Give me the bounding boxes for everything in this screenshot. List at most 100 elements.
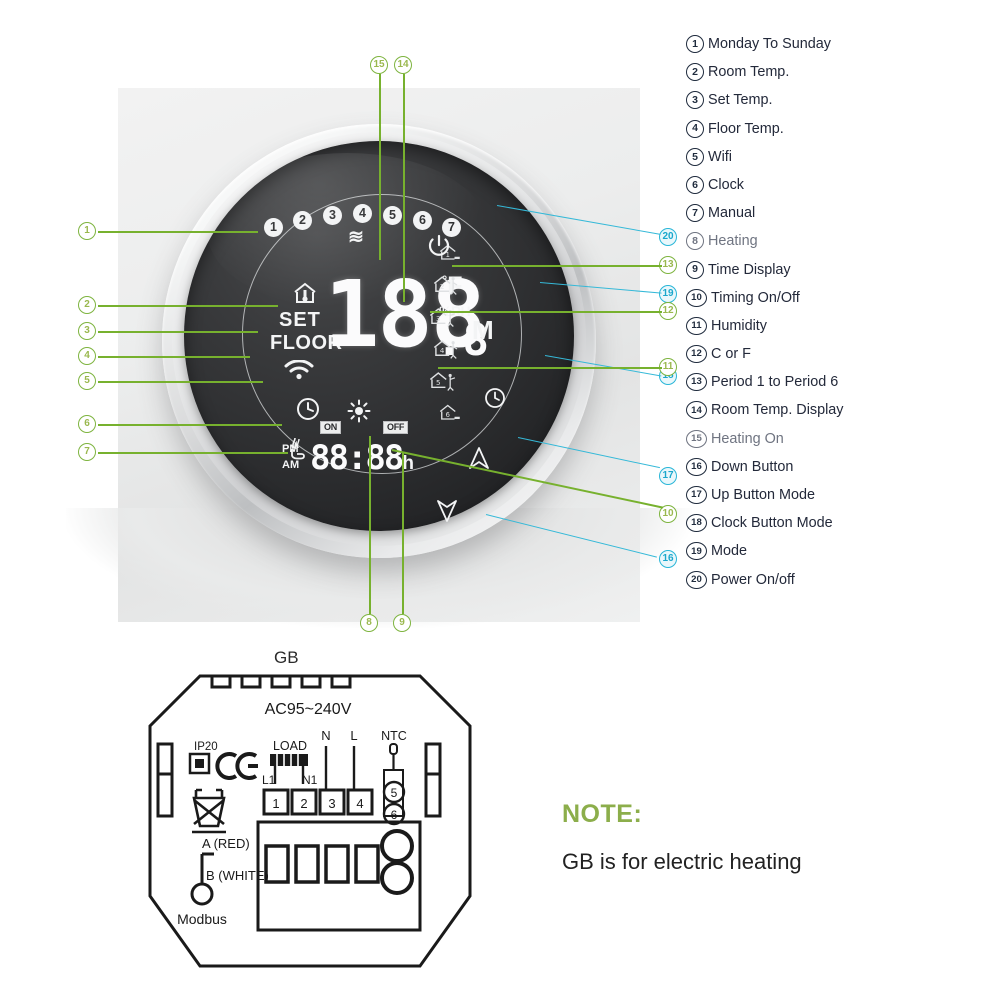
callout-6: 6	[78, 415, 96, 433]
legend-number: 20	[686, 570, 707, 589]
legend-item-15: 15 Heating On	[686, 429, 996, 449]
legend-item-10: 10 Timing On/Off	[686, 288, 996, 308]
legend-number: 16	[686, 457, 707, 476]
callout-14: 14	[394, 56, 412, 74]
legend-number: 14	[686, 401, 707, 420]
callout-lead-1	[98, 231, 258, 233]
day-indicator-1: 1	[264, 218, 283, 237]
sun-icon	[347, 399, 371, 428]
mode-button[interactable]: M	[472, 317, 494, 343]
callout-3: 3	[78, 322, 96, 340]
clock-button[interactable]	[484, 387, 506, 414]
callout-lead-15	[379, 74, 381, 260]
legend-number: 8	[686, 232, 704, 251]
legend-label: Clock	[708, 176, 744, 193]
legend-item-12: 12 C or F	[686, 344, 996, 364]
legend-item-8: 8 Heating	[686, 231, 996, 251]
am-indicator: AM	[282, 459, 300, 471]
wiring-title: GB	[274, 648, 299, 667]
legend-item-4: 4 Floor Temp.	[686, 119, 996, 139]
day-indicator-3: 3	[323, 206, 342, 225]
callout-lead-6	[98, 424, 282, 426]
legend-label: Set Temp.	[708, 92, 773, 109]
legend-number: 15	[686, 429, 707, 448]
legend-item-20: 20 Power On/off	[686, 570, 996, 590]
day-indicator-6: 6	[413, 211, 432, 230]
callout-lead-8	[369, 436, 371, 614]
callout-7: 7	[78, 443, 96, 461]
wiring-diagram: GB AC95~240V IP20 LOAD L1 N1 N L 1 2 3 4…	[140, 648, 480, 978]
legend-item-6: 6 Clock	[686, 175, 996, 195]
callout-15: 15	[370, 56, 388, 74]
time-display-row: PM AM ON OFF 88:88h	[282, 421, 414, 475]
callout-lead-5	[98, 381, 263, 383]
callout-lead-4	[98, 356, 250, 358]
legend-number: 10	[686, 288, 707, 307]
callout-lead-11	[438, 367, 662, 369]
period-icon-5: 5	[428, 369, 488, 395]
power-button[interactable]	[426, 233, 452, 264]
legend-number: 19	[686, 542, 707, 561]
svg-text:2: 2	[300, 796, 307, 811]
callout-16: 16	[659, 550, 677, 568]
legend-number: 2	[686, 63, 704, 82]
legend-list: 1 Monday To Sunday 2 Room Temp. 3 Set Te…	[686, 34, 996, 598]
legend-label: Room Temp. Display	[711, 402, 844, 419]
heating-wave-icon: ≋	[348, 227, 364, 248]
legend-item-5: 5 Wifi	[686, 147, 996, 167]
wifi-icon	[284, 359, 314, 385]
down-button[interactable]	[436, 499, 458, 528]
legend-label: Time Display	[708, 261, 791, 278]
page-root: 1 2 3 4 5 6 7 ≋ SET FLOOR 188 °F %RH .8 …	[0, 0, 1000, 1000]
legend-item-9: 9 Time Display	[686, 260, 996, 280]
svg-text:2: 2	[440, 282, 444, 291]
legend-item-3: 3 Set Temp.	[686, 90, 996, 110]
period-icon-2: 2	[432, 273, 492, 299]
legend-number: 18	[686, 514, 707, 533]
legend-number: 9	[686, 260, 704, 279]
svg-text:NTC: NTC	[381, 729, 407, 743]
callout-5: 5	[78, 372, 96, 390]
callout-lead-3	[98, 331, 258, 333]
svg-text:LOAD: LOAD	[273, 739, 307, 753]
svg-text:4: 4	[356, 796, 363, 811]
svg-text:3: 3	[328, 796, 335, 811]
legend-label: C or F	[711, 346, 751, 363]
legend-label: Heating	[708, 233, 758, 250]
legend-label: Room Temp.	[708, 64, 790, 81]
callout-lead-7	[98, 452, 288, 454]
set-temp-label: SET	[279, 309, 321, 331]
svg-text:A (RED): A (RED)	[202, 836, 250, 851]
legend-item-17: 17 Up Button Mode	[686, 485, 996, 505]
svg-text:3: 3	[436, 314, 441, 323]
svg-text:IP20: IP20	[194, 741, 218, 753]
day-indicator-5: 5	[383, 206, 402, 225]
legend-label: Period 1 to Period 6	[711, 374, 839, 391]
legend-item-16: 16 Down Button	[686, 457, 996, 477]
legend-label: Humidity	[711, 317, 767, 334]
legend-label: Up Button Mode	[711, 487, 815, 503]
timing-off-badge: OFF	[383, 421, 409, 434]
legend-label: Monday To Sunday	[708, 36, 831, 52]
legend-item-11: 11 Humidity	[686, 316, 996, 336]
note-block: NOTE: GB is for electric heating	[562, 800, 802, 875]
day-indicator-2: 2	[293, 211, 312, 230]
legend-label: Down Button	[711, 458, 794, 475]
legend-number: 11	[686, 316, 707, 335]
legend-label: Clock Button Mode	[711, 515, 833, 532]
callout-9: 9	[393, 614, 411, 632]
timing-on-badge: ON	[320, 421, 341, 434]
legend-label: Power On/off	[711, 571, 795, 588]
day-of-week-row: 1 2 3 4 5 6 7 ≋	[264, 203, 500, 248]
legend-number: 13	[686, 373, 707, 392]
legend-label: Heating On	[711, 430, 784, 447]
svg-text:6: 6	[446, 411, 450, 419]
legend-label: Manual	[708, 205, 756, 222]
legend-item-7: 7 Manual	[686, 203, 996, 223]
svg-text:L: L	[350, 728, 357, 743]
legend-item-14: 14 Room Temp. Display	[686, 400, 996, 420]
legend-label: Mode	[711, 543, 747, 560]
legend-number: 7	[686, 204, 704, 223]
callout-1: 1	[78, 222, 96, 240]
callout-8: 8	[360, 614, 378, 632]
